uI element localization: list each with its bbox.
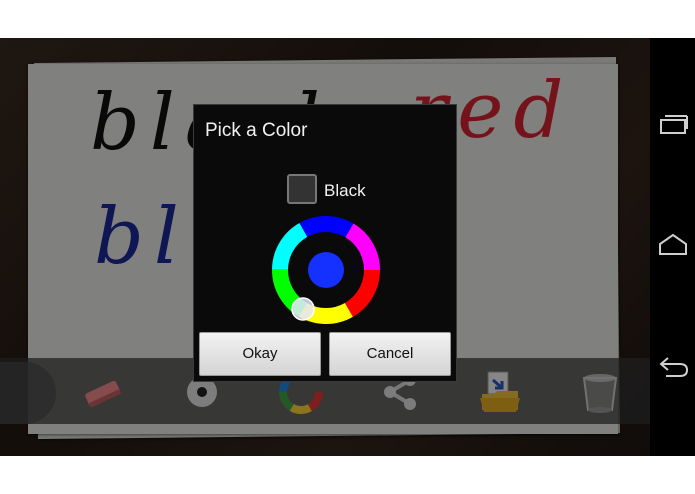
- back-icon[interactable]: [656, 352, 690, 382]
- current-color-name: Black: [324, 181, 366, 200]
- system-nav-bar: [650, 38, 695, 456]
- cancel-button[interactable]: Cancel: [329, 332, 451, 376]
- app-screen: black red blue: [0, 38, 695, 456]
- color-wheel[interactable]: [271, 215, 381, 325]
- dialog-title: Pick a Color: [205, 120, 308, 141]
- home-icon[interactable]: [656, 230, 690, 260]
- okay-button[interactable]: Okay: [199, 332, 321, 376]
- color-picker-dialog: Pick a Color Black Okay Cancel: [193, 104, 457, 382]
- recent-apps-icon[interactable]: [656, 110, 690, 140]
- color-selector-handle[interactable]: [291, 297, 315, 321]
- current-color-swatch: [287, 174, 317, 204]
- selected-color-preview: [308, 252, 344, 288]
